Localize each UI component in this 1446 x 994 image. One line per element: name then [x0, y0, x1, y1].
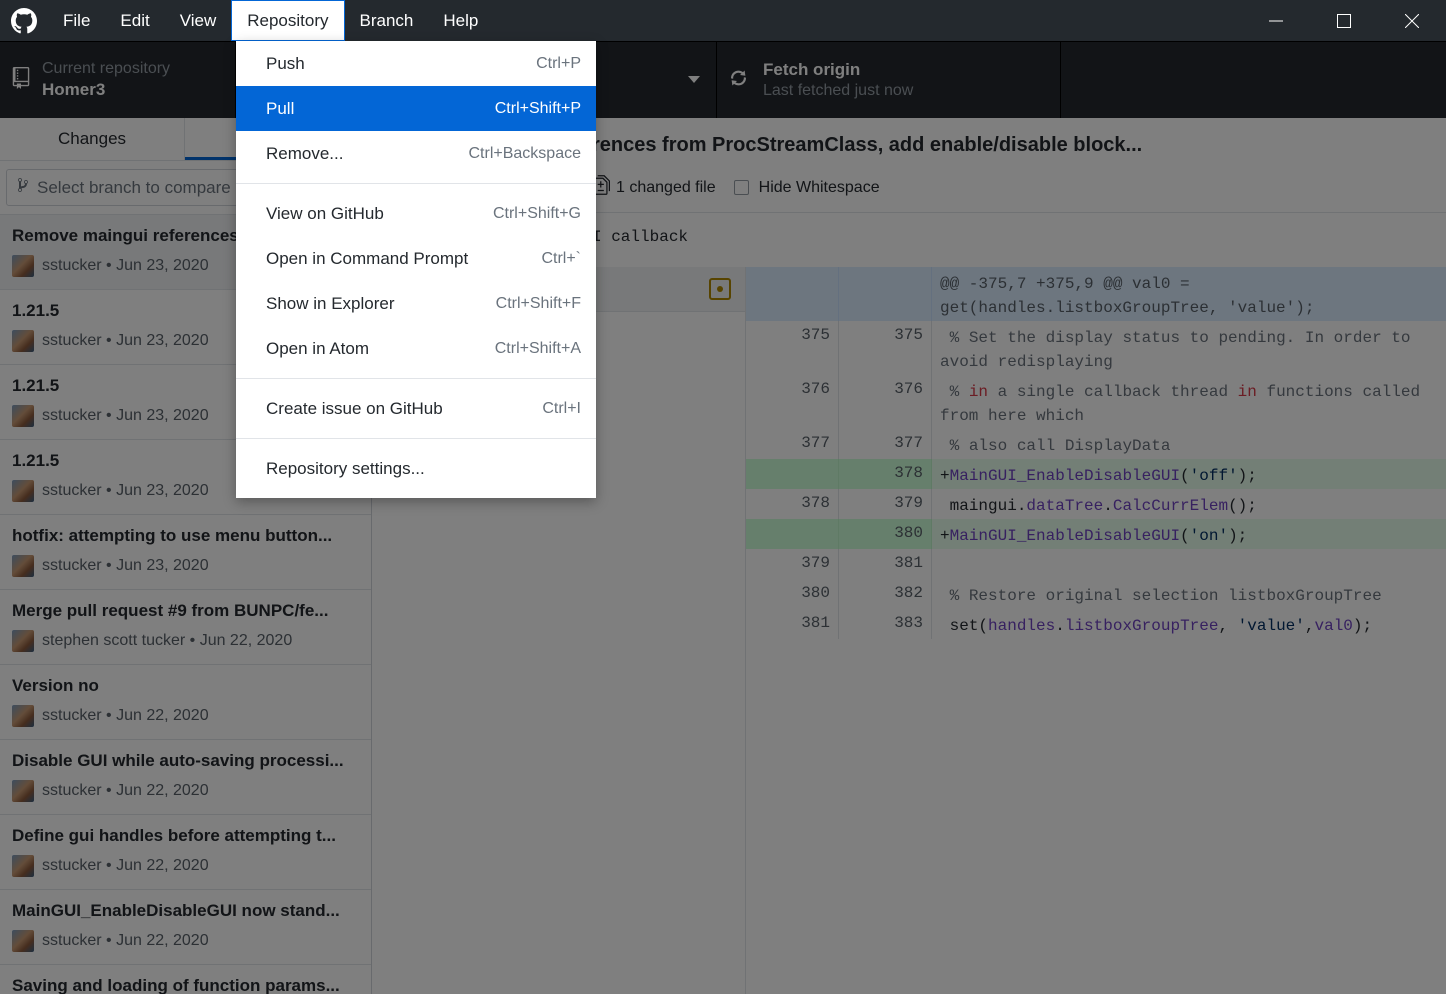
menu-item-label: View on GitHub [266, 203, 384, 223]
menu-item-view-on-github[interactable]: View on GitHub Ctrl+Shift+G [236, 191, 596, 236]
title-bar: File Edit View Repository Branch Help [0, 0, 1446, 41]
menu-item-pull[interactable]: Pull Ctrl+Shift+P [236, 86, 596, 131]
menu-branch[interactable]: Branch [345, 0, 429, 41]
close-button[interactable] [1378, 0, 1446, 41]
menu-item-shortcut: Ctrl+Shift+F [495, 294, 581, 312]
menu-item-label: Push [266, 53, 305, 73]
github-logo-icon [0, 0, 48, 41]
menu-item-remove[interactable]: Remove... Ctrl+Backspace [236, 131, 596, 176]
maximize-button[interactable] [1310, 0, 1378, 41]
menu-separator [236, 431, 596, 446]
menu-item-open-in-atom[interactable]: Open in Atom Ctrl+Shift+A [236, 326, 596, 371]
menu-item-shortcut: Ctrl+Shift+P [494, 99, 581, 117]
menu-repository[interactable]: Repository [231, 0, 345, 41]
menu-item-label: Open in Atom [266, 338, 370, 358]
menu-bar: File Edit View Repository Branch Help [48, 0, 493, 41]
menu-item-create-issue-on-github[interactable]: Create issue on GitHub Ctrl+I [236, 386, 596, 431]
menu-item-shortcut: Ctrl+` [541, 249, 581, 267]
menu-item-label: Remove... [266, 143, 344, 163]
menu-backdrop[interactable] [0, 41, 1446, 994]
menu-item-show-in-explorer[interactable]: Show in Explorer Ctrl+Shift+F [236, 281, 596, 326]
menu-item-label: Repository settings... [266, 458, 425, 478]
menu-item-repository-settings[interactable]: Repository settings... [236, 446, 596, 491]
menu-item-label: Open in Command Prompt [266, 248, 469, 268]
menu-item-shortcut: Ctrl+P [536, 54, 581, 72]
menu-item-label: Pull [266, 98, 295, 118]
menu-help[interactable]: Help [428, 0, 493, 41]
menu-separator [236, 371, 596, 386]
menu-edit[interactable]: Edit [105, 0, 164, 41]
menu-file[interactable]: File [48, 0, 105, 41]
menu-separator [236, 176, 596, 191]
menu-item-push[interactable]: Push Ctrl+P [236, 41, 596, 86]
window-controls [1242, 0, 1446, 41]
menu-item-shortcut: Ctrl+Backspace [468, 144, 582, 162]
menu-item-shortcut: Ctrl+I [542, 399, 581, 417]
menu-item-label: Show in Explorer [266, 293, 395, 313]
menu-item-shortcut: Ctrl+Shift+G [492, 204, 581, 222]
menu-item-shortcut: Ctrl+Shift+A [494, 339, 581, 357]
menu-view[interactable]: View [165, 0, 232, 41]
minimize-button[interactable] [1242, 0, 1310, 41]
menu-item-open-in-command-prompt[interactable]: Open in Command Prompt Ctrl+` [236, 236, 596, 281]
repository-menu: Push Ctrl+P Pull Ctrl+Shift+P Remove... Ct… [236, 41, 596, 498]
menu-item-label: Create issue on GitHub [266, 398, 443, 418]
